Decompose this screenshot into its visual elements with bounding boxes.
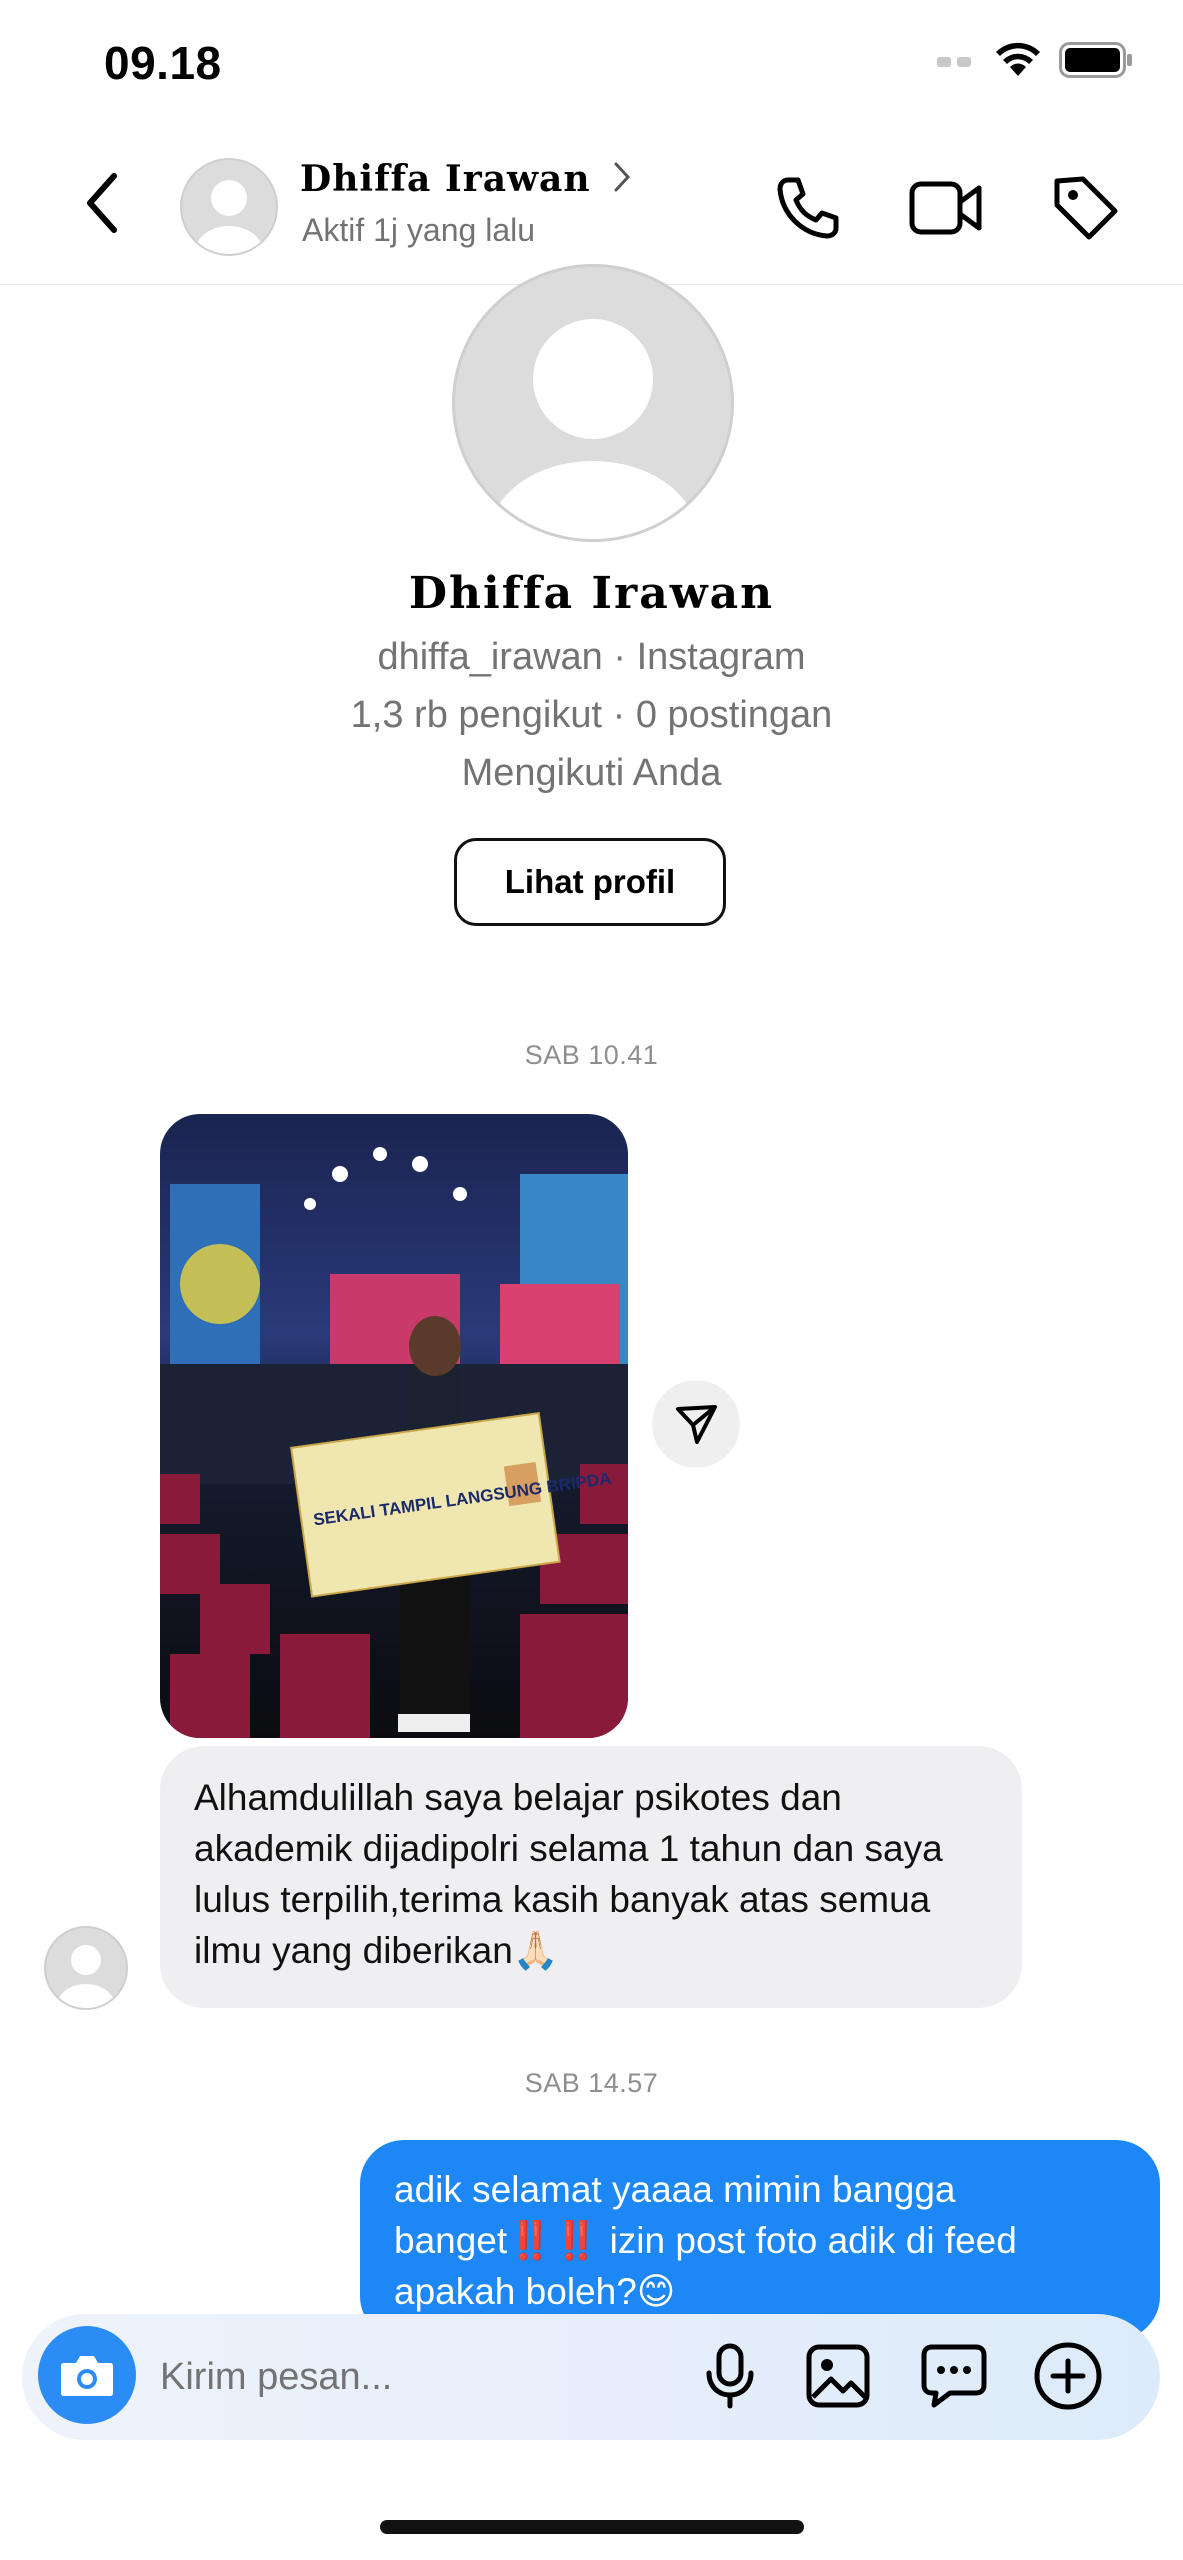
home-indicator xyxy=(380,2520,804,2534)
profile-follow-status: Mengikuti Anda xyxy=(461,752,722,794)
message-timestamp: SAB 10.41 xyxy=(524,1040,659,1070)
profile-username: dhiffa_irawan · Instagram xyxy=(377,636,806,678)
incoming-message-bubble[interactable]: Alhamdulillah saya belajar psikotes dan … xyxy=(160,1746,1022,2008)
video-camera-icon xyxy=(909,181,982,235)
phone-icon xyxy=(777,177,839,239)
camera-icon xyxy=(61,2356,113,2396)
header-status: Aktif 1j yang lalu xyxy=(302,212,536,248)
tag-button[interactable] xyxy=(1046,168,1126,248)
battery-icon xyxy=(1059,42,1132,78)
chevron-right-icon[interactable] xyxy=(612,160,632,203)
microphone-button[interactable] xyxy=(692,2338,768,2414)
camera-button[interactable] xyxy=(38,2326,136,2424)
tag-icon xyxy=(1054,176,1118,240)
call-button[interactable] xyxy=(768,168,848,248)
gallery-icon xyxy=(806,2344,870,2408)
avatar[interactable] xyxy=(180,158,278,256)
sticker-icon xyxy=(921,2344,987,2408)
video-call-button[interactable] xyxy=(906,168,986,248)
outgoing-message-bubble[interactable]: adik selamat yaaaa mimin bangga banget‼️… xyxy=(360,2140,1160,2340)
sticker-button[interactable] xyxy=(916,2338,992,2414)
message-input[interactable] xyxy=(158,2346,662,2408)
header-name[interactable]: Dhiffa Irawan xyxy=(300,158,591,200)
back-button[interactable] xyxy=(78,168,128,238)
microphone-icon xyxy=(706,2343,754,2409)
signal-icon xyxy=(937,57,971,67)
add-button[interactable] xyxy=(1030,2338,1106,2414)
profile-avatar[interactable] xyxy=(452,264,734,542)
wifi-icon xyxy=(996,42,1040,76)
status-icons xyxy=(937,42,1135,78)
profile-stats: 1,3 rb pengikut · 0 postingan xyxy=(350,694,833,736)
gallery-button[interactable] xyxy=(800,2338,876,2414)
message-avatar[interactable] xyxy=(44,1926,128,2010)
message-timestamp: SAB 14.57 xyxy=(524,2068,659,2098)
add-icon xyxy=(1034,2342,1102,2410)
send-icon xyxy=(676,1405,717,1444)
share-button[interactable] xyxy=(652,1380,740,1468)
profile-name: Dhiffa Irawan xyxy=(408,568,775,619)
shared-photo[interactable]: SEKALI TAMPIL LANGSUNG BRIPDA xyxy=(160,1114,628,1738)
back-icon xyxy=(87,173,117,233)
status-time: 09.18 xyxy=(104,37,222,89)
view-profile-button[interactable]: Lihat profil xyxy=(454,838,726,926)
